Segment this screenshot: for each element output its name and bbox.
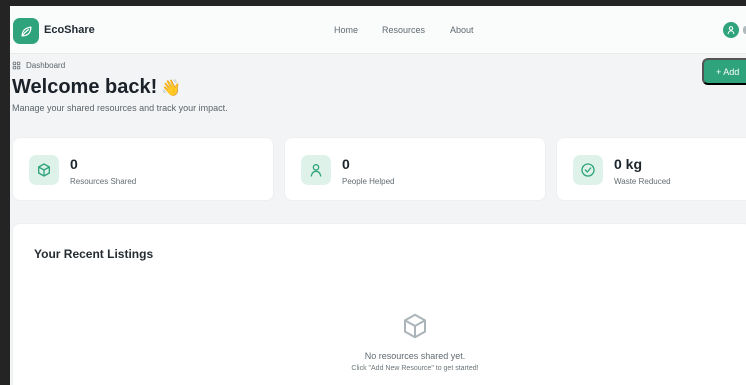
box-icon <box>38 163 50 177</box>
breadcrumb: Dashboard <box>12 59 65 71</box>
user-avatar[interactable] <box>723 22 739 38</box>
empty-state-hint: Click "Add New Resource" to get started! <box>351 365 479 372</box>
leaf-icon <box>21 26 31 36</box>
logo[interactable] <box>13 18 39 44</box>
stat-value: 0 <box>342 156 350 172</box>
waving-hand-icon: 👋 <box>161 80 182 97</box>
stat-card-people-helped: 0 People Helped <box>284 137 546 201</box>
box-icon <box>404 313 426 339</box>
add-resource-button[interactable]: + Add <box>702 58 746 85</box>
stat-label: Waste Reduced <box>614 177 671 186</box>
brand-name[interactable]: EcoShare <box>44 24 95 36</box>
stat-card-waste-reduced: 0 kg Waste Reduced <box>556 137 746 201</box>
stat-card-resources-shared: 0 Resources Shared <box>12 137 274 201</box>
user-icon <box>727 26 735 35</box>
stat-label: People Helped <box>342 177 395 186</box>
stat-label: Resources Shared <box>70 177 137 186</box>
add-resource-button-label: + Add <box>716 66 740 77</box>
dashboard-grid-icon <box>12 61 21 69</box>
stat-value: 0 kg <box>614 156 643 172</box>
breadcrumb-label[interactable]: Dashboard <box>26 61 65 70</box>
app-window: EcoShare Home Resources About Dashboard … <box>10 6 746 385</box>
recent-listings-title: Your Recent Listings <box>34 247 154 261</box>
nav-link-about[interactable]: About <box>450 25 474 35</box>
stat-icon-container <box>301 155 331 185</box>
page-title: Welcome back! 👋 <box>12 76 181 99</box>
empty-state-message: No resources shared yet. <box>364 351 466 361</box>
nav-link-home[interactable]: Home <box>334 25 358 35</box>
page-title-text: Welcome back! <box>12 76 158 98</box>
user-icon <box>310 164 322 177</box>
recent-listings-panel: Your Recent Listings No resources shared… <box>12 223 746 385</box>
stat-value: 0 <box>70 156 78 172</box>
nav-link-resources[interactable]: Resources <box>382 25 425 35</box>
top-navbar: EcoShare Home Resources About <box>10 6 746 54</box>
stat-icon-container <box>29 155 59 185</box>
stat-icon-container <box>573 155 603 185</box>
check-circle-icon <box>581 163 595 177</box>
page-subtitle: Manage your shared resources and track y… <box>12 103 228 113</box>
